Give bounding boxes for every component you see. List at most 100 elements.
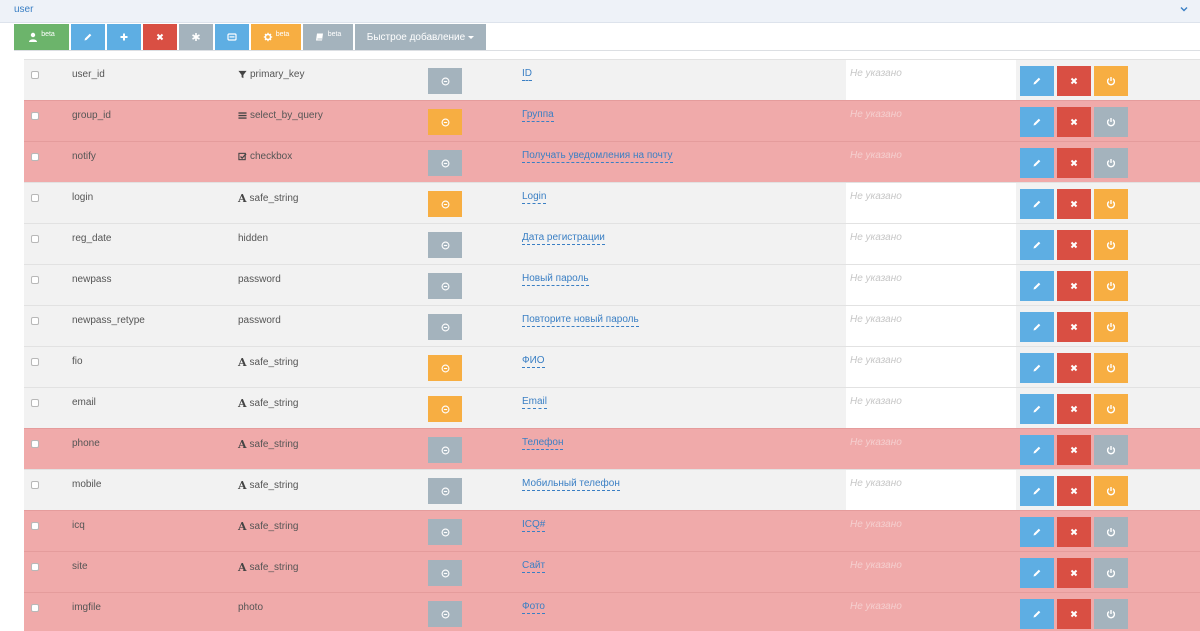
visibility-toggle-button[interactable] — [428, 232, 462, 258]
edit-button[interactable] — [1020, 517, 1054, 547]
delete-button[interactable] — [1057, 435, 1091, 465]
field-label-link[interactable]: Дата регистрации — [522, 232, 605, 245]
default-cell — [846, 101, 1016, 141]
delete-button[interactable] — [1057, 230, 1091, 260]
visibility-toggle-button[interactable] — [428, 355, 462, 381]
field-label-link[interactable]: Получать уведомления на почту — [522, 150, 673, 163]
delete-button[interactable] — [1057, 107, 1091, 137]
field-label-link[interactable]: Мобильный телефон — [522, 478, 620, 491]
edit-button[interactable] — [1020, 394, 1054, 424]
toolbar-delete-button[interactable] — [143, 24, 177, 50]
visibility-toggle-button[interactable] — [428, 601, 462, 627]
row-checkbox[interactable] — [31, 440, 39, 448]
power-button[interactable] — [1094, 353, 1128, 383]
table-row: user_id primary_key ID Не указано — [24, 59, 1200, 100]
toolbar-asterisk-button[interactable] — [179, 24, 213, 50]
edit-button[interactable] — [1020, 599, 1054, 629]
row-checkbox[interactable] — [31, 358, 39, 366]
visibility-toggle-button[interactable] — [428, 478, 462, 504]
toolbar-settings-button[interactable]: beta — [251, 24, 301, 50]
row-checkbox[interactable] — [31, 522, 39, 530]
toolbar-book-button[interactable]: beta — [303, 24, 353, 50]
delete-button[interactable] — [1057, 599, 1091, 629]
power-button[interactable] — [1094, 476, 1128, 506]
edit-button[interactable] — [1020, 435, 1054, 465]
delete-button[interactable] — [1057, 271, 1091, 301]
power-button[interactable] — [1094, 435, 1128, 465]
field-label-link[interactable]: Login — [522, 191, 547, 204]
field-label-link[interactable]: Повторите новый пароль — [522, 314, 639, 327]
field-label-link[interactable]: ID — [522, 68, 532, 81]
visibility-toggle-button[interactable] — [428, 68, 462, 94]
field-name: email — [72, 397, 96, 408]
power-button[interactable] — [1094, 148, 1128, 178]
delete-button[interactable] — [1057, 353, 1091, 383]
visibility-toggle-button[interactable] — [428, 109, 462, 135]
row-checkbox[interactable] — [31, 317, 39, 325]
toolbar-add-button[interactable] — [107, 24, 141, 50]
field-label-link[interactable]: Email — [522, 396, 548, 409]
edit-button[interactable] — [1020, 230, 1054, 260]
delete-button[interactable] — [1057, 189, 1091, 219]
edit-button[interactable] — [1020, 66, 1054, 96]
power-button[interactable] — [1094, 189, 1128, 219]
power-button[interactable] — [1094, 66, 1128, 96]
delete-button[interactable] — [1057, 312, 1091, 342]
row-checkbox[interactable] — [31, 604, 39, 612]
visibility-toggle-button[interactable] — [428, 150, 462, 176]
edit-button[interactable] — [1020, 312, 1054, 342]
power-button[interactable] — [1094, 599, 1128, 629]
pencil-icon — [1032, 445, 1042, 455]
field-label-link[interactable]: Сайт — [522, 560, 546, 573]
visibility-toggle-button[interactable] — [428, 519, 462, 545]
delete-button[interactable] — [1057, 394, 1091, 424]
edit-button[interactable] — [1020, 353, 1054, 383]
power-button[interactable] — [1094, 558, 1128, 588]
toolbar-user-button[interactable]: beta — [14, 24, 69, 50]
quick-add-dropdown[interactable]: Быстрое добавление — [355, 24, 486, 50]
field-label-link[interactable]: Новый пароль — [522, 273, 589, 286]
power-button[interactable] — [1094, 394, 1128, 424]
table-row: mobile Asafe_string Мобильный телефон Не ук… — [24, 469, 1200, 510]
row-checkbox[interactable] — [31, 71, 39, 79]
edit-button[interactable] — [1020, 107, 1054, 137]
minus-circle-icon — [441, 159, 450, 168]
visibility-toggle-button[interactable] — [428, 314, 462, 340]
row-checkbox[interactable] — [31, 399, 39, 407]
field-label-link[interactable]: Фото — [522, 601, 545, 614]
row-checkbox[interactable] — [31, 235, 39, 243]
power-button[interactable] — [1094, 517, 1128, 547]
row-checkbox[interactable] — [31, 153, 39, 161]
power-button[interactable] — [1094, 312, 1128, 342]
field-label-link[interactable]: Группа — [522, 109, 554, 122]
delete-button[interactable] — [1057, 476, 1091, 506]
power-button[interactable] — [1094, 107, 1128, 137]
field-label-link[interactable]: ICQ# — [522, 519, 546, 532]
edit-button[interactable] — [1020, 271, 1054, 301]
edit-button[interactable] — [1020, 189, 1054, 219]
edit-button[interactable] — [1020, 558, 1054, 588]
edit-button[interactable] — [1020, 476, 1054, 506]
visibility-toggle-button[interactable] — [428, 273, 462, 299]
row-checkbox[interactable] — [31, 112, 39, 120]
delete-button[interactable] — [1057, 517, 1091, 547]
row-checkbox[interactable] — [31, 481, 39, 489]
power-button[interactable] — [1094, 271, 1128, 301]
field-label-link[interactable]: ФИО — [522, 355, 545, 368]
row-checkbox[interactable] — [31, 194, 39, 202]
edit-button[interactable] — [1020, 148, 1054, 178]
toolbar-list-button[interactable] — [215, 24, 249, 50]
visibility-toggle-button[interactable] — [428, 437, 462, 463]
visibility-toggle-button[interactable] — [428, 560, 462, 586]
row-checkbox[interactable] — [31, 276, 39, 284]
chevron-down-icon[interactable] — [1178, 3, 1190, 15]
delete-button[interactable] — [1057, 558, 1091, 588]
delete-button[interactable] — [1057, 66, 1091, 96]
row-checkbox[interactable] — [31, 563, 39, 571]
delete-button[interactable] — [1057, 148, 1091, 178]
visibility-toggle-button[interactable] — [428, 191, 462, 217]
power-button[interactable] — [1094, 230, 1128, 260]
visibility-toggle-button[interactable] — [428, 396, 462, 422]
toolbar-edit-button[interactable] — [71, 24, 105, 50]
field-label-link[interactable]: Телефон — [522, 437, 564, 450]
